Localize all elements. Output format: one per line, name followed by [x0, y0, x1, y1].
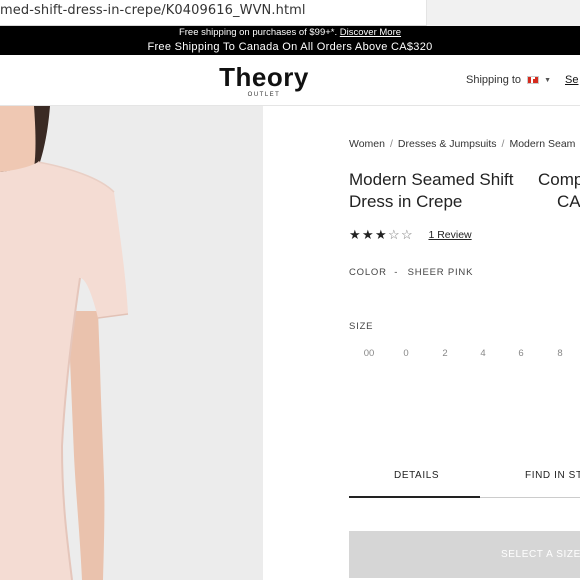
- reviews-link[interactable]: 1 Review: [428, 229, 471, 241]
- site-header: Theory OUTLET Shipping to ▼ Se: [0, 55, 580, 106]
- color-separator: -: [394, 267, 399, 278]
- shipping-label: Shipping to: [466, 74, 522, 86]
- size-option-8[interactable]: 8: [548, 348, 572, 359]
- breadcrumb-item-current: Modern Seam: [509, 138, 576, 150]
- breadcrumb-item-dresses[interactable]: Dresses & Jumpsuits: [398, 138, 497, 150]
- color-label: COLOR: [349, 267, 387, 278]
- star-filled-icon: ★: [362, 227, 374, 242]
- search-link[interactable]: Se: [565, 74, 578, 86]
- breadcrumb-item-women[interactable]: Women: [349, 138, 385, 150]
- url-text: med-shift-dress-in-crepe/K0409616_WVN.ht…: [0, 3, 306, 18]
- chevron-down-icon: ▼: [544, 77, 552, 84]
- product-title: Modern Seamed Shift Dress in Crepe: [349, 170, 514, 211]
- shipping-country-selector[interactable]: Shipping to ▼: [466, 74, 551, 86]
- select-size-button[interactable]: SELECT A SIZE: [349, 531, 580, 578]
- compare-price: Comp CA: [538, 169, 580, 213]
- discover-more-link[interactable]: Discover More: [340, 27, 401, 38]
- star-empty-icon: ☆: [401, 227, 413, 242]
- star-empty-icon: ☆: [388, 227, 400, 242]
- logo-brand: Theory: [219, 62, 309, 92]
- url-field[interactable]: med-shift-dress-in-crepe/K0409616_WVN.ht…: [0, 0, 427, 26]
- star-filled-icon: ★: [349, 227, 361, 242]
- compare-price-value: CA: [557, 192, 580, 211]
- breadcrumb-separator: /: [390, 138, 393, 150]
- promo-banner: Free shipping on purchases of $99+*. Dis…: [0, 26, 580, 55]
- color-value: SHEER PINK: [407, 267, 474, 278]
- size-option-0[interactable]: 0: [394, 348, 418, 359]
- dress-photo-illustration: [0, 106, 263, 580]
- browser-address-bar: med-shift-dress-in-crepe/K0409616_WVN.ht…: [0, 0, 580, 26]
- size-label: SIZE: [349, 321, 374, 332]
- breadcrumb-separator: /: [501, 138, 505, 150]
- tab-find-in-store[interactable]: FIND IN STO: [525, 470, 580, 481]
- promo-canada-text: Free Shipping To Canada On All Orders Ab…: [147, 41, 433, 53]
- star-filled-icon: ★: [375, 227, 387, 242]
- promo-line-1: Free shipping on purchases of $99+*. Dis…: [0, 27, 580, 39]
- product-rating: ★★★☆☆ 1 Review: [349, 226, 472, 244]
- size-option-2[interactable]: 2: [433, 348, 457, 359]
- tab-active-indicator: [349, 496, 480, 498]
- promo-shipping-text: Free shipping on purchases of $99+*.: [178, 27, 338, 38]
- tab-details[interactable]: DETAILS: [394, 470, 439, 481]
- size-option-4[interactable]: 4: [471, 348, 495, 359]
- canada-flag-icon: [527, 76, 540, 84]
- theory-logo[interactable]: Theory OUTLET: [211, 63, 317, 99]
- compare-label: Comp: [538, 170, 580, 189]
- color-selection: COLOR - SHEER PINK: [349, 267, 473, 278]
- logo-subtitle: OUTLET: [247, 92, 281, 98]
- tab-divider: [480, 497, 580, 498]
- product-image[interactable]: [0, 106, 263, 580]
- breadcrumb: Women / Dresses & Jumpsuits / Modern Seam: [349, 138, 575, 150]
- size-option-00[interactable]: 00: [357, 348, 381, 359]
- size-option-6[interactable]: 6: [509, 348, 533, 359]
